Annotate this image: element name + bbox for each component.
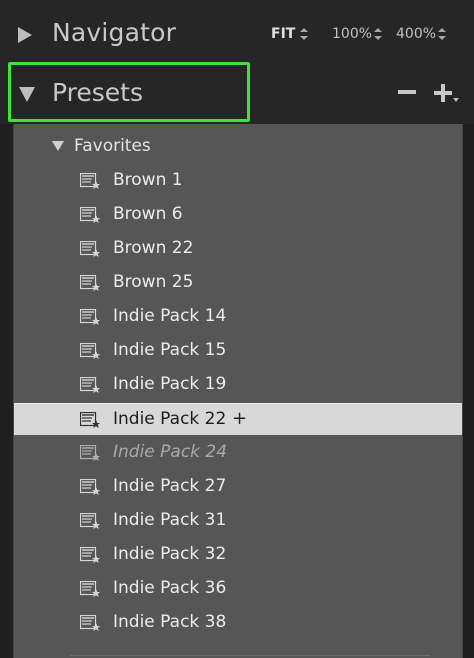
preset-item[interactable]: Indie Pack 31 (14, 505, 462, 537)
preset-item[interactable]: Indie Pack 32 (14, 539, 462, 571)
navigator-title: Navigator (52, 18, 177, 47)
preset-item[interactable]: Indie Pack 27 (14, 471, 462, 503)
preset-star-icon (79, 240, 100, 257)
divider (70, 655, 430, 656)
preset-star-icon (79, 580, 100, 597)
preset-item[interactable]: Brown 22 (14, 233, 462, 265)
navigator-panel-header[interactable]: Navigator FIT 100% 400% (0, 0, 474, 66)
preset-label: Brown 1 (113, 170, 183, 190)
preset-item[interactable]: Indie Pack 15 (14, 335, 462, 367)
preset-item[interactable]: Indie Pack 24 (14, 437, 462, 469)
preset-label: Indie Pack 36 (113, 578, 227, 598)
updown-arrows-icon[interactable] (374, 28, 382, 40)
zoom-400-option[interactable]: 400% (396, 26, 436, 42)
triangle-down-icon[interactable] (52, 141, 64, 151)
preset-label: Brown 6 (113, 204, 183, 224)
preset-suffix: + (232, 408, 248, 429)
remove-preset-button[interactable] (398, 90, 416, 94)
chevron-down-icon[interactable] (453, 98, 459, 102)
preset-item[interactable]: Indie Pack 36 (14, 573, 462, 605)
add-preset-button[interactable] (434, 84, 452, 102)
preset-label: Indie Pack 15 (113, 340, 227, 360)
preset-item[interactable]: Brown 6 (14, 199, 462, 231)
preset-item[interactable]: Indie Pack 38 (14, 607, 462, 639)
presets-highlight-box (8, 62, 250, 122)
triangle-right-icon[interactable] (18, 27, 32, 43)
preset-label: Indie Pack 14 (113, 306, 227, 326)
preset-star-icon (79, 512, 100, 529)
preset-item[interactable]: Indie Pack 19 (14, 369, 462, 401)
preset-item[interactable]: Indie Pack 22 + (14, 403, 462, 435)
preset-label: Indie Pack 32 (113, 544, 227, 564)
preset-label: Indie Pack 27 (113, 476, 227, 496)
preset-star-icon (79, 546, 100, 563)
folder-label: Favorites (74, 136, 151, 156)
preset-star-icon (79, 614, 100, 631)
preset-star-icon (79, 411, 100, 428)
preset-item[interactable]: Brown 1 (14, 165, 462, 197)
preset-star-icon (79, 308, 100, 325)
preset-star-icon (79, 478, 100, 495)
zoom-fit-option[interactable]: FIT (271, 26, 295, 42)
preset-label: Indie Pack 38 (113, 612, 227, 632)
preset-label: Brown 22 (113, 238, 194, 258)
preset-star-icon (79, 206, 100, 223)
preset-star-icon (79, 376, 100, 393)
preset-star-icon (79, 342, 100, 359)
updown-arrows-icon[interactable] (300, 28, 308, 40)
preset-item[interactable]: Indie Pack 14 (14, 301, 462, 333)
preset-label: Brown 25 (113, 272, 194, 292)
preset-label: Indie Pack 31 (113, 510, 227, 530)
updown-arrows-icon[interactable] (438, 28, 446, 40)
preset-label: Indie Pack 19 (113, 374, 227, 394)
preset-star-icon (79, 172, 100, 189)
preset-item[interactable]: Brown 25 (14, 267, 462, 299)
zoom-100-option[interactable]: 100% (332, 26, 372, 42)
preset-star-icon (79, 274, 100, 291)
preset-star-icon (79, 444, 100, 461)
presets-list[interactable]: Favorites Brown 1 Brown 6 Brown 22 Brown 25… (13, 124, 463, 658)
preset-label: Indie Pack 22 (113, 409, 227, 429)
preset-label: Indie Pack 24 (113, 442, 228, 462)
